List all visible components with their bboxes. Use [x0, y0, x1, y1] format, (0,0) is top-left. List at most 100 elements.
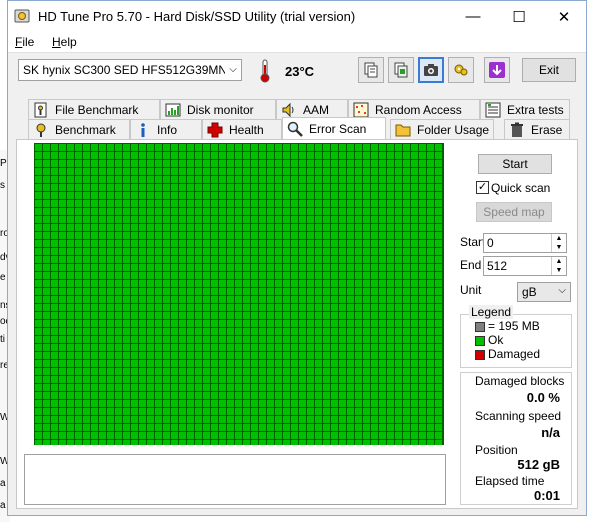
scan-block-ok	[139, 200, 146, 207]
start-spinbox[interactable]: 0 ▲ ▼	[483, 233, 567, 253]
scan-block-ok	[227, 144, 234, 151]
scan-block-ok	[139, 176, 146, 183]
scan-block-ok	[347, 152, 354, 159]
scan-block-ok	[291, 392, 298, 399]
scan-block-ok	[403, 232, 410, 239]
scan-block-ok	[115, 248, 122, 255]
scan-block-ok	[387, 352, 394, 359]
scan-block-ok	[139, 216, 146, 223]
scan-block-ok	[91, 152, 98, 159]
unit-select[interactable]: gB ⌵	[517, 282, 571, 302]
copy-text-button[interactable]	[358, 57, 384, 83]
scan-block-ok	[347, 328, 354, 335]
scan-block-ok	[187, 408, 194, 415]
scan-block-ok	[211, 272, 218, 279]
scan-block-ok	[427, 216, 434, 223]
scan-block-ok	[83, 184, 90, 191]
scan-block-ok	[147, 360, 154, 367]
spin-down-icon[interactable]: ▼	[551, 243, 566, 252]
scan-block-ok	[387, 144, 394, 151]
info-icon	[141, 122, 145, 137]
start-scan-button[interactable]: Start	[478, 154, 552, 174]
scan-block-ok	[355, 200, 362, 207]
scan-block-ok	[339, 216, 346, 223]
scan-block-ok	[411, 184, 418, 191]
scan-block-ok	[235, 192, 242, 199]
scan-block-ok	[307, 272, 314, 279]
scan-block-ok	[155, 368, 162, 375]
scan-block-ok	[43, 216, 50, 223]
scan-grid-svg	[34, 143, 444, 449]
scan-block-ok	[227, 168, 234, 175]
scan-block-ok	[283, 280, 290, 287]
scan-block-ok	[411, 152, 418, 159]
scan-block-ok	[259, 344, 266, 351]
scan-block-ok	[387, 376, 394, 383]
scan-block-ok	[275, 312, 282, 319]
spin-up-icon[interactable]: ▲	[551, 257, 566, 266]
save-button[interactable]	[484, 57, 510, 83]
scan-block-ok	[203, 224, 210, 231]
tab-erase[interactable]: Erase	[504, 119, 570, 139]
scan-block-ok	[123, 272, 130, 279]
copy-info-button[interactable]	[388, 57, 414, 83]
scan-block-ok	[411, 400, 418, 407]
scan-block-ok	[427, 368, 434, 375]
tab-info[interactable]: Info	[130, 119, 202, 139]
scan-block-ok	[243, 184, 250, 191]
drive-select[interactable]: SK hynix SC300 SED HFS512G39MND-2( ⌵	[18, 59, 242, 81]
scan-block-ok	[403, 384, 410, 391]
scan-block-ok	[267, 176, 274, 183]
scan-block-ok	[355, 304, 362, 311]
scan-block-ok	[211, 400, 218, 407]
tab-aam[interactable]: AAM	[276, 99, 348, 119]
options-button[interactable]	[448, 57, 474, 83]
scan-block-ok	[339, 336, 346, 343]
tab-error-scan[interactable]: Error Scan	[282, 117, 386, 139]
tab-random-access[interactable]: Random Access	[348, 99, 480, 119]
scan-block-ok	[147, 384, 154, 391]
scan-block-ok	[371, 296, 378, 303]
scan-block-ok	[91, 208, 98, 215]
scan-block-ok	[435, 416, 442, 423]
scan-block-ok	[419, 184, 426, 191]
scan-block-ok	[243, 272, 250, 279]
menu-help[interactable]: Help	[52, 35, 77, 49]
tab-disk-monitor[interactable]: Disk monitor	[160, 99, 276, 119]
quick-scan-checkbox[interactable]: ✓	[476, 181, 489, 194]
speed-map-button[interactable]: Speed map	[476, 202, 552, 222]
scan-block-ok	[187, 400, 194, 407]
menu-file[interactable]: File	[15, 35, 34, 49]
scan-block-ok	[355, 400, 362, 407]
minimize-button[interactable]: —	[450, 1, 496, 32]
spin-up-icon[interactable]: ▲	[551, 234, 566, 243]
scan-block-ok	[59, 344, 66, 351]
scan-block-ok	[291, 360, 298, 367]
maximize-button[interactable]: ☐	[496, 1, 542, 32]
tab-file-benchmark[interactable]: File Benchmark	[28, 99, 160, 119]
scan-block-grid	[34, 143, 444, 449]
tab-label: File Benchmark	[55, 102, 139, 117]
tab-extra-tests[interactable]: Extra tests	[480, 99, 570, 119]
scan-block-ok	[243, 256, 250, 263]
scan-block-ok	[243, 440, 250, 447]
scan-block-ok	[395, 416, 402, 423]
close-button[interactable]: ✕	[541, 1, 587, 32]
tab-folder-usage[interactable]: Folder Usage	[390, 119, 494, 139]
scan-block-ok	[355, 184, 362, 191]
scan-block-ok	[283, 176, 290, 183]
scan-block-ok	[123, 160, 130, 167]
scan-block-ok	[211, 192, 218, 199]
scan-block-ok	[291, 400, 298, 407]
scan-block-ok	[403, 312, 410, 319]
scan-block-ok	[435, 160, 442, 167]
spin-down-icon[interactable]: ▼	[551, 266, 566, 275]
scan-block-ok	[395, 336, 402, 343]
exit-button[interactable]: Exit	[522, 58, 576, 82]
scan-block-ok	[347, 200, 354, 207]
screenshot-button[interactable]	[418, 57, 444, 83]
end-spinbox[interactable]: 512 ▲ ▼	[483, 256, 567, 276]
tab-health[interactable]: Health	[202, 119, 282, 139]
scan-block-ok	[243, 248, 250, 255]
tab-benchmark[interactable]: Benchmark	[28, 119, 130, 139]
